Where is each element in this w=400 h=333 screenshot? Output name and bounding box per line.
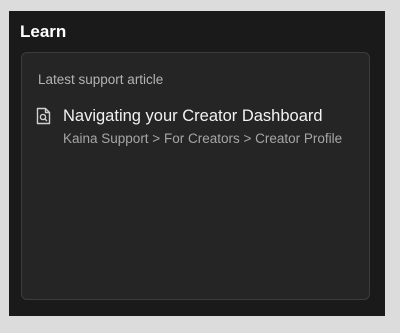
- support-article-card: Latest support article Navigating your C…: [21, 52, 370, 300]
- card-label: Latest support article: [38, 72, 164, 87]
- article-text: Navigating your Creator Dashboard Kaina …: [63, 105, 355, 146]
- document-search-icon: [36, 107, 51, 125]
- article-title[interactable]: Navigating your Creator Dashboard: [63, 105, 355, 127]
- support-article-link[interactable]: Navigating your Creator Dashboard Kaina …: [36, 105, 355, 146]
- article-breadcrumb: Kaina Support > For Creators > Creator P…: [63, 131, 343, 146]
- learn-panel: Learn Latest support article Navigating …: [9, 11, 385, 316]
- panel-title: Learn: [20, 22, 67, 41]
